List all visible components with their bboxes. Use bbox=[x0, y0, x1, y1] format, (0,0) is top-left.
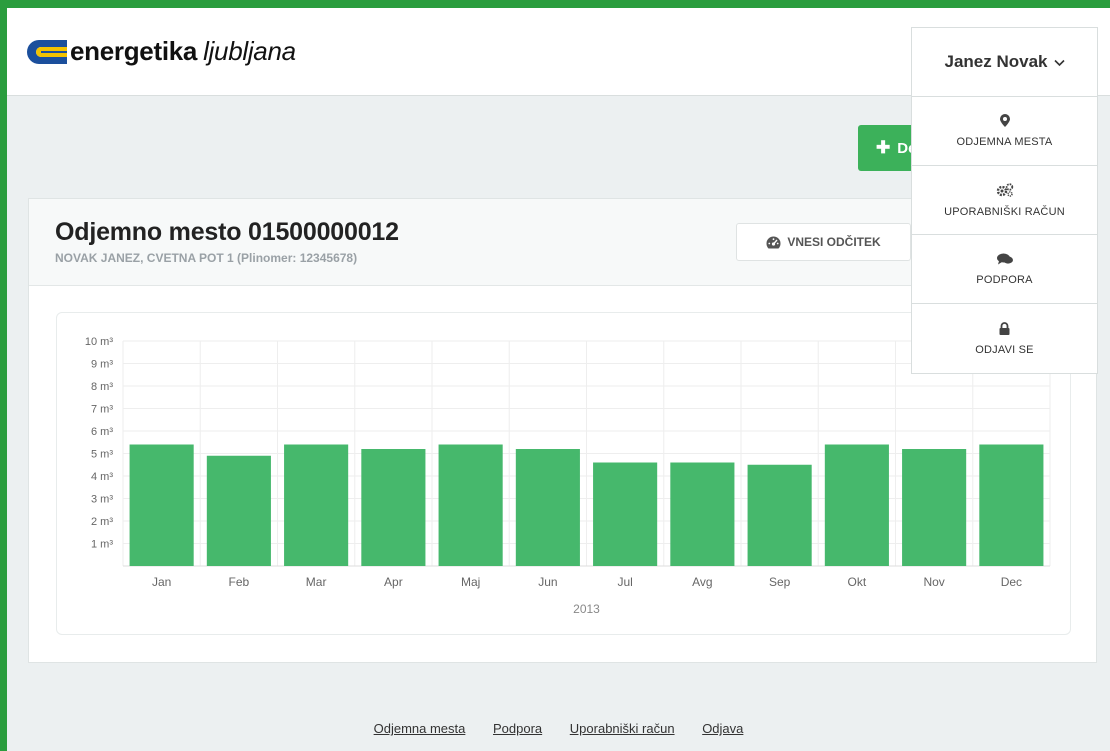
brand-name-bold: energetika bbox=[70, 36, 198, 66]
menu-item-odjemna-mesta[interactable]: ODJEMNA MESTA bbox=[912, 97, 1097, 166]
user-dropdown-menu: ODJEMNA MESTA UPORABNIŠKI RAČUN PODPORA bbox=[911, 96, 1098, 374]
bar-jun bbox=[515, 449, 580, 566]
chevron-down-icon bbox=[1053, 52, 1065, 72]
footer-link-odjemna-mesta[interactable]: Odjemna mesta bbox=[374, 721, 466, 736]
enter-reading-label: VNESI ODČITEK bbox=[787, 235, 881, 249]
gears-icon bbox=[996, 182, 1013, 197]
menu-item-label: UPORABNIŠKI RAČUN bbox=[944, 205, 1065, 218]
user-name: Janez Novak bbox=[944, 52, 1048, 71]
enter-reading-button[interactable]: VNESI ODČITEK bbox=[736, 223, 911, 261]
bar-feb bbox=[206, 455, 271, 566]
footer-nav: Odjemna mesta Podpora Uporabniški račun … bbox=[7, 721, 1110, 736]
bar-sep bbox=[747, 464, 812, 566]
bar-avg bbox=[670, 462, 735, 566]
y-tick-label: 8 m³ bbox=[91, 381, 113, 393]
bar-dec bbox=[979, 444, 1044, 566]
y-tick-label: 2 m³ bbox=[91, 516, 113, 528]
x-tick-label: Mar bbox=[306, 575, 327, 589]
logo-icon bbox=[27, 39, 67, 64]
footer-link-podpora[interactable]: Podpora bbox=[493, 721, 542, 736]
app-frame: energetika ljubljana Janez Novak ✚ De OD… bbox=[7, 8, 1110, 751]
lock-icon bbox=[999, 321, 1010, 335]
plus-icon: ✚ bbox=[876, 138, 891, 157]
y-tick-label: 6 m³ bbox=[91, 426, 113, 438]
bar-jan bbox=[129, 444, 194, 566]
footer-link-uporabniski-racun[interactable]: Uporabniški račun bbox=[570, 721, 675, 736]
x-tick-label: Nov bbox=[923, 575, 944, 589]
menu-item-label: ODJEMNA MESTA bbox=[956, 136, 1053, 148]
bar-jul bbox=[593, 462, 658, 566]
footer-link-odjava[interactable]: Odjava bbox=[702, 721, 743, 736]
x-tick-label: Feb bbox=[229, 575, 250, 589]
menu-item-uporabniski-racun[interactable]: UPORABNIŠKI RAČUN bbox=[912, 166, 1097, 235]
x-tick-label: Okt bbox=[848, 575, 867, 589]
user-menu-toggle[interactable]: Janez Novak bbox=[911, 27, 1098, 96]
bar-apr bbox=[361, 449, 426, 566]
menu-item-podpora[interactable]: PODPORA bbox=[912, 235, 1097, 304]
x-axis-label: 2013 bbox=[573, 602, 600, 616]
y-tick-label: 4 m³ bbox=[91, 471, 113, 483]
y-tick-label: 3 m³ bbox=[91, 494, 113, 506]
y-tick-label: 9 m³ bbox=[91, 359, 113, 371]
x-tick-label: Jan bbox=[152, 575, 171, 589]
x-tick-label: Sep bbox=[769, 575, 791, 589]
x-tick-label: Jul bbox=[617, 575, 632, 589]
x-tick-label: Jun bbox=[538, 575, 557, 589]
x-tick-label: Apr bbox=[384, 575, 403, 589]
comments-icon bbox=[996, 253, 1013, 264]
y-tick-label: 7 m³ bbox=[91, 404, 113, 416]
brand-logo[interactable]: energetika ljubljana bbox=[27, 36, 296, 67]
x-tick-label: Avg bbox=[692, 575, 712, 589]
brand-name-light: ljubljana bbox=[203, 36, 296, 66]
page-title: Odjemno mesto 01500000012 bbox=[55, 218, 399, 246]
bar-nov bbox=[902, 449, 967, 566]
map-marker-icon bbox=[999, 114, 1010, 127]
x-tick-label: Dec bbox=[1001, 575, 1022, 589]
x-tick-label: Maj bbox=[461, 575, 480, 589]
menu-item-label: PODPORA bbox=[976, 273, 1033, 286]
y-tick-label: 1 m³ bbox=[91, 539, 113, 551]
bar-mar bbox=[284, 444, 349, 566]
dashboard-icon bbox=[766, 236, 781, 248]
menu-item-odjavi-se[interactable]: ODJAVI SE bbox=[912, 304, 1097, 373]
y-tick-label: 5 m³ bbox=[91, 449, 113, 461]
bar-maj bbox=[438, 444, 503, 566]
y-tick-label: 10 m³ bbox=[85, 336, 113, 348]
panel-subtitle: NOVAK JANEZ, CVETNA POT 1 (Plinomer: 123… bbox=[55, 251, 358, 265]
bar-okt bbox=[824, 444, 889, 566]
menu-item-label: ODJAVI SE bbox=[975, 343, 1034, 356]
